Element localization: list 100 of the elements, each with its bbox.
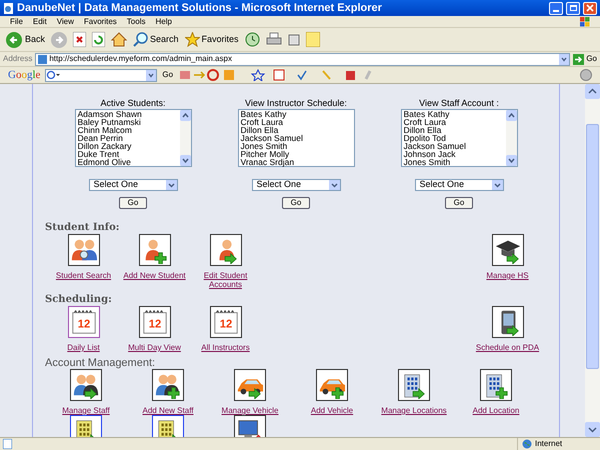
close-button[interactable] [583, 2, 597, 14]
link[interactable]: Manage Vehicle [222, 406, 278, 415]
scroll-down-icon[interactable] [180, 155, 190, 166]
scroll-down-icon[interactable] [506, 155, 516, 166]
scroll-up-icon[interactable] [585, 84, 600, 99]
list-box[interactable]: Bates Kathy Croft Laura Dillon Ella Dpolito Tod Jackson Samuel Johnson Jack Jones Smith [400, 109, 518, 167]
link[interactable]: Manage Locations [381, 406, 447, 415]
list-option[interactable]: Vranac Srdjan [240, 158, 352, 166]
link[interactable]: Student Search [52, 271, 116, 280]
list-option[interactable]: Dpolito Tod [404, 134, 504, 142]
stop-icon[interactable] [73, 32, 86, 47]
icon-tile[interactable] [138, 234, 170, 266]
browser-page-icon [3, 2, 14, 14]
select-dropdown[interactable]: Select One [252, 179, 340, 191]
list-option[interactable]: Bates Kathy [240, 110, 352, 118]
list-option[interactable]: Bates Kathy [404, 110, 504, 118]
list-option[interactable]: Chinn Malcom [78, 126, 178, 134]
list-option[interactable]: Duke Trent [78, 150, 178, 158]
refresh-icon[interactable] [92, 32, 106, 47]
printer-icon[interactable] [266, 32, 282, 47]
scrollbar[interactable] [585, 84, 600, 437]
page-icon [38, 54, 48, 64]
select-dropdown[interactable]: Select One [88, 179, 178, 191]
favorites-button[interactable]: Favorites [184, 32, 239, 47]
google-g-icon [46, 70, 60, 80]
list-option[interactable]: Jones Smith [240, 142, 352, 150]
link[interactable]: Add New Student [122, 271, 186, 280]
link[interactable]: Manage HS [476, 271, 540, 280]
window-icon[interactable] [288, 34, 300, 46]
google-logo: Google [8, 68, 40, 83]
address-label: Address [3, 53, 32, 65]
menu-item[interactable]: Tools [126, 16, 146, 28]
section-heading: Scheduling: [45, 294, 113, 306]
list-option[interactable]: Dillon Ella [404, 126, 504, 134]
go-button[interactable]: Go [445, 197, 473, 209]
search-button[interactable]: Search [133, 32, 179, 47]
icon-tile[interactable] [492, 234, 524, 266]
select-dropdown[interactable]: Select One [414, 179, 504, 191]
list-option[interactable]: Edmond Olive [78, 158, 178, 166]
google-go-button[interactable]: Go [162, 69, 174, 81]
history-icon[interactable] [244, 32, 260, 47]
link[interactable]: All Instructors [194, 343, 258, 352]
list-option[interactable]: Jones Smith [404, 158, 504, 166]
link[interactable]: Add New Staff [142, 406, 194, 415]
list-option[interactable]: Croft Laura [240, 118, 352, 126]
close-icon [586, 4, 594, 12]
google-search-field[interactable] [45, 68, 158, 82]
dropdown-arrow-icon[interactable] [492, 180, 502, 190]
icon-tile[interactable] [316, 369, 348, 401]
link[interactable]: Manage Staff [62, 406, 110, 415]
settings-icon[interactable] [580, 69, 592, 81]
icon-tile[interactable] [480, 369, 512, 401]
list-box[interactable]: Adamson Shawn Baley Putnamski Chinn Malcom Dean Perrin Dillon Zackary Duke Trent Edmond Olive [74, 109, 192, 167]
link[interactable]: Add Vehicle [310, 406, 354, 415]
scroll-thumb[interactable] [586, 124, 599, 369]
scroll-up-icon[interactable] [180, 110, 190, 121]
list-option[interactable]: Jackson Samuel [240, 134, 352, 142]
section-heading: Student Info: [45, 222, 120, 234]
list-option[interactable]: Dillon Zackary [78, 142, 178, 150]
go-button[interactable]: Go [282, 197, 310, 209]
icon-tile[interactable] [492, 306, 524, 338]
icon-tile[interactable] [70, 369, 102, 401]
scrollbar[interactable] [180, 110, 190, 166]
link[interactable]: Edit Student Accounts [194, 271, 258, 289]
go-button[interactable]: Go [119, 197, 147, 209]
menu-item[interactable]: Help [155, 16, 172, 28]
list-option[interactable]: Johnson Jack [404, 150, 504, 158]
icon-tile[interactable] [68, 234, 100, 266]
scrollbar[interactable] [506, 110, 516, 166]
page-icon [3, 439, 12, 449]
dropdown-arrow-icon[interactable] [328, 180, 340, 190]
link[interactable]: Add Location [472, 406, 520, 415]
list-option[interactable]: Dean Perrin [78, 134, 178, 142]
dropdown-arrow-icon[interactable] [166, 180, 176, 190]
list-option[interactable]: Dillon Ella [240, 126, 352, 134]
icon-tile[interactable] [398, 369, 430, 401]
link[interactable]: Schedule on PDA [476, 343, 540, 352]
maximize-button[interactable] [566, 2, 580, 14]
minimize-button[interactable] [549, 2, 563, 14]
menu-item[interactable]: Edit [32, 16, 47, 28]
back-button[interactable]: Back [6, 32, 46, 48]
list-box[interactable]: Bates Kathy Croft Laura Dillon Ella Jackson Samuel Jones Smith Pitcher Molly Vranac Srdjan [238, 109, 354, 167]
link[interactable]: Daily List [52, 343, 116, 352]
go-button[interactable]: Go [573, 53, 597, 65]
list-option[interactable]: Croft Laura [404, 118, 504, 126]
menu-item[interactable]: View [56, 16, 74, 28]
link[interactable]: Multi Day View [122, 343, 186, 352]
scroll-down-icon[interactable] [585, 422, 600, 437]
scroll-up-icon[interactable] [506, 110, 516, 121]
icon-tile[interactable] [234, 369, 266, 401]
list-option[interactable]: Adamson Shawn [78, 110, 178, 118]
list-option[interactable]: Jackson Samuel [404, 142, 504, 150]
home-icon[interactable] [111, 32, 128, 47]
menu-item[interactable]: File [10, 16, 23, 28]
list-option[interactable]: Pitcher Molly [240, 150, 352, 158]
icon-tile[interactable] [210, 234, 242, 266]
list-option[interactable]: Baley Putnamski [78, 118, 178, 126]
address-field[interactable]: http://schedulerdev.myeform.com/admin_main.aspx [35, 52, 570, 66]
icon-tile[interactable] [152, 369, 184, 401]
menu-item[interactable]: Favorites [84, 16, 117, 28]
